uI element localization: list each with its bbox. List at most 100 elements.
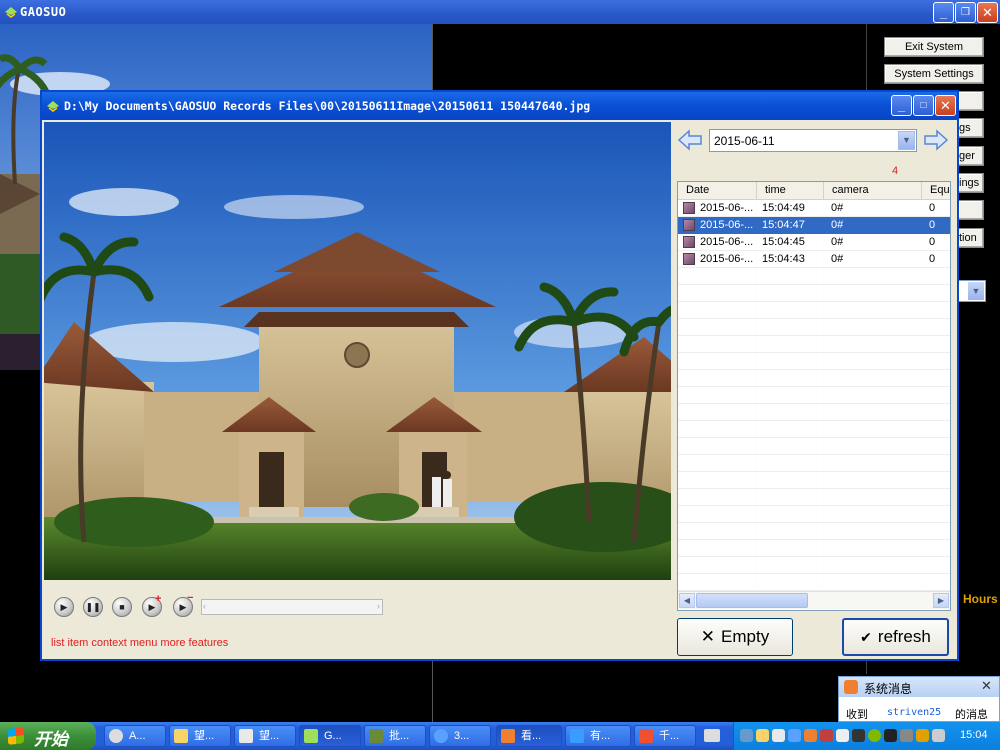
hours-label: Hours: [963, 592, 998, 606]
scroll-right-icon[interactable]: ›: [377, 601, 380, 611]
chevron-down-icon[interactable]: ▼: [898, 131, 915, 150]
exit-system-button[interactable]: Exit System: [884, 37, 984, 57]
minimize-button[interactable]: _: [933, 2, 954, 23]
next-date-arrow-icon[interactable]: [923, 128, 949, 152]
close-icon[interactable]: ✕: [981, 678, 992, 694]
previous-date-arrow-icon[interactable]: [677, 128, 703, 152]
slow-down-button[interactable]: ▶ −: [173, 592, 193, 617]
table-row[interactable]: 2015-06-... 15:04:43 0# 0: [678, 251, 950, 268]
tray-icon[interactable]: [900, 729, 913, 742]
pause-button[interactable]: ❚❚: [83, 597, 103, 617]
cell-equ: 0: [929, 202, 936, 214]
column-header-date[interactable]: Date: [678, 182, 757, 200]
scroll-thumb[interactable]: [696, 593, 808, 608]
cell-time: 15:04:45: [762, 236, 805, 248]
side-button-6[interactable]: ings: [958, 173, 984, 193]
table-row-selected[interactable]: 2015-06-... 15:04:47 0# 0: [678, 217, 950, 234]
cell-date: 2015-06-...: [700, 236, 754, 248]
column-header-equ[interactable]: Equ: [922, 182, 950, 200]
taskbar-item[interactable]: 批...: [364, 725, 426, 747]
tray-icon[interactable]: [932, 729, 945, 742]
windows-logo-icon: [8, 727, 24, 745]
taskbar: 开始 A... 望... 望... G... 批... 3... 看... 有.…: [0, 722, 1000, 750]
system-settings-button[interactable]: System Settings: [884, 64, 984, 84]
clock[interactable]: 15:04: [960, 729, 988, 741]
stop-button[interactable]: ■: [112, 597, 132, 617]
tray-icon[interactable]: [836, 729, 849, 742]
stop-icon: ■: [119, 602, 125, 612]
side-button-5[interactable]: ger: [958, 146, 984, 166]
side-button-4[interactable]: gs: [958, 118, 984, 138]
notification-suffix: 的消息: [955, 709, 988, 721]
side-button-3[interactable]: [958, 91, 984, 111]
tray-icon[interactable]: [788, 729, 801, 742]
viewer-close-button[interactable]: ✕: [935, 95, 956, 116]
system-tray: 15:04: [733, 722, 1000, 750]
table-row[interactable]: 2015-06-... 15:04:49 0# 0: [678, 200, 950, 217]
cell-camera: 0#: [831, 202, 844, 214]
notification-header: 系统消息 ✕: [839, 677, 999, 697]
tray-icon[interactable]: [804, 729, 817, 742]
taskbar-item[interactable]: 有...: [565, 725, 631, 747]
scroll-right-icon[interactable]: ▶: [933, 593, 949, 608]
tray-icon[interactable]: [820, 729, 833, 742]
date-select[interactable]: 2015-06-11 ▼: [709, 129, 917, 152]
image-viewer-window: D:\My Documents\GAOSUO Records Files\00\…: [40, 90, 959, 661]
main-window-titlebar: GAOSUO _ ❐ ✕: [0, 0, 1000, 24]
taskbar-item[interactable]: 看...: [496, 725, 562, 747]
records-list[interactable]: Date time camera Equ 2015-06-... 15:04:4…: [677, 181, 951, 611]
speed-up-button[interactable]: ▶ +: [142, 593, 162, 617]
cell-equ: 0: [929, 253, 936, 265]
tray-icon[interactable]: [852, 729, 865, 742]
empty-button-label: Empty: [721, 627, 770, 646]
cell-camera: 0#: [831, 219, 844, 231]
play-icon: ▶: [60, 601, 68, 612]
tray-icon[interactable]: [916, 729, 929, 742]
side-dropdown[interactable]: ▼: [958, 280, 986, 302]
tray-icon[interactable]: [884, 729, 897, 742]
message-notification[interactable]: 系统消息 ✕ 收到 striven25 的消息: [838, 676, 1000, 722]
cell-equ: 0: [929, 236, 936, 248]
list-horizontal-scrollbar[interactable]: ◀ ▶: [678, 591, 950, 609]
empty-button[interactable]: ✕ Empty: [677, 618, 793, 656]
image-file-icon: [683, 253, 695, 265]
play-button[interactable]: ▶: [54, 597, 74, 617]
side-button-7[interactable]: [958, 200, 984, 220]
restore-button[interactable]: ❐: [955, 2, 976, 23]
qq-penguin-icon: [844, 680, 858, 694]
refresh-button[interactable]: ✔ refresh: [842, 618, 949, 656]
taskbar-item-active[interactable]: G...: [299, 725, 361, 747]
taskbar-item[interactable]: 3...: [429, 725, 491, 747]
chevron-down-icon: ▼: [968, 282, 984, 300]
tray-icon[interactable]: [772, 729, 785, 742]
side-button-8[interactable]: tion: [958, 228, 984, 248]
keyboard-icon[interactable]: [704, 729, 720, 742]
start-button[interactable]: 开始: [0, 722, 96, 750]
column-header-time[interactable]: time: [757, 182, 824, 200]
table-row[interactable]: 2015-06-... 15:04:45 0# 0: [678, 234, 950, 251]
seek-scrollbar[interactable]: ‹ ›: [201, 599, 383, 615]
captured-image: [44, 122, 671, 580]
image-file-icon: [683, 236, 695, 248]
viewer-minimize-button[interactable]: _: [891, 95, 912, 116]
close-button[interactable]: ✕: [977, 2, 998, 23]
column-header-camera[interactable]: camera: [824, 182, 922, 200]
tray-icon[interactable]: [756, 729, 769, 742]
notification-sender-link[interactable]: striven25: [887, 707, 941, 718]
app-logo-icon: [47, 101, 59, 112]
taskbar-item[interactable]: A...: [104, 725, 166, 747]
cell-date: 2015-06-...: [700, 219, 754, 231]
cell-date: 2015-06-...: [700, 253, 754, 265]
cell-time: 15:04:43: [762, 253, 805, 265]
taskbar-item[interactable]: 千...: [634, 725, 696, 747]
app-logo-icon: [5, 7, 17, 18]
tray-icon[interactable]: [740, 729, 753, 742]
spellcheck-icon: ✔: [860, 628, 872, 645]
taskbar-item[interactable]: 望...: [234, 725, 296, 747]
taskbar-item[interactable]: 望...: [169, 725, 231, 747]
date-select-value: 2015-06-11: [714, 134, 775, 148]
scroll-left-icon[interactable]: ‹: [203, 601, 206, 611]
viewer-maximize-button[interactable]: □: [913, 95, 934, 116]
tray-icon[interactable]: [868, 729, 881, 742]
scroll-left-icon[interactable]: ◀: [679, 593, 695, 608]
